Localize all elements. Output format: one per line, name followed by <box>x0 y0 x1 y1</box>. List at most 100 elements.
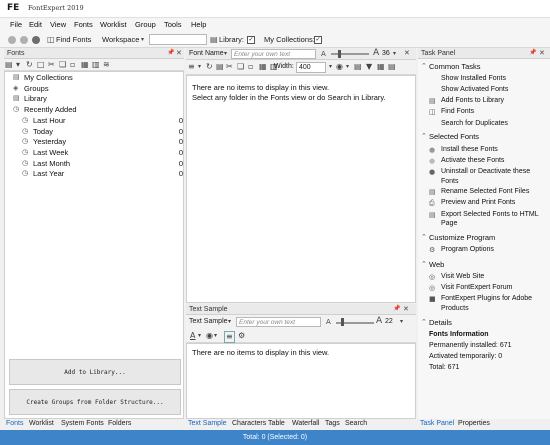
list-icon[interactable]: ▤ <box>216 62 224 72</box>
size-slider-handle[interactable] <box>338 50 341 58</box>
chevron-up-icon[interactable]: ⌃ <box>421 233 427 241</box>
settings-icon[interactable]: ⚙ <box>238 331 245 341</box>
paste-icon[interactable]: ▫ <box>248 62 253 72</box>
pin-icon[interactable]: 📌 <box>529 48 536 58</box>
add-folder-icon[interactable]: ▤ <box>5 60 13 70</box>
text-sample-input[interactable]: Enter your own text <box>236 317 321 327</box>
tree-item-last-hour[interactable]: ◷ Last Hour 0 <box>22 116 183 127</box>
menu-tools[interactable]: Tools <box>164 20 182 29</box>
section-selected-fonts[interactable]: Selected Fonts <box>429 132 479 141</box>
font-size-value[interactable]: 36 <box>382 50 390 57</box>
close-icon[interactable]: ✕ <box>176 48 182 58</box>
refresh-icon[interactable]: ↻ <box>206 62 213 72</box>
tree-item-groups[interactable]: ◈ Groups <box>13 84 183 95</box>
close-icon[interactable]: ✕ <box>403 304 409 314</box>
wrap-icon[interactable]: ≡ <box>224 331 235 343</box>
task-uninstall-fonts[interactable]: Uninstall or Deactivate these <box>441 168 530 175</box>
tab-fonts[interactable]: Fonts <box>6 420 24 427</box>
task-export-html[interactable]: Export Selected Fonts to HTML <box>441 211 539 218</box>
stop-button[interactable] <box>32 36 40 44</box>
properties-icon[interactable]: ▥ <box>92 60 100 70</box>
chevron-down-icon[interactable]: ▾ <box>393 49 396 59</box>
task-visit-website[interactable]: Visit Web Site <box>441 273 484 280</box>
width-input[interactable]: 400 <box>296 62 326 73</box>
tab-properties[interactable]: Properties <box>458 420 490 427</box>
task-visit-forum[interactable]: Visit FontExpert Forum <box>441 284 512 291</box>
task-preview-print[interactable]: Preview and Print Fonts <box>441 199 515 206</box>
tab-waterfall[interactable]: Waterfall <box>292 420 319 427</box>
add-to-library-button[interactable]: Add to Library... <box>9 359 181 385</box>
section-web[interactable]: Web <box>429 260 444 269</box>
tree-item-last-month[interactable]: ◷ Last Month 0 <box>22 159 183 170</box>
chevron-up-icon[interactable]: ⌃ <box>421 62 427 70</box>
chevron-down-icon[interactable]: ▾ <box>214 331 217 341</box>
chevron-down-icon[interactable]: ▾ <box>198 62 201 72</box>
grid-view-icon[interactable]: ▦ <box>377 62 385 72</box>
chevron-up-icon[interactable]: ⌃ <box>421 260 427 268</box>
collections-checkbox[interactable]: ✓ <box>314 36 322 44</box>
menu-help[interactable]: Help <box>191 20 206 29</box>
options-icon[interactable]: ≋ <box>103 60 110 70</box>
task-show-installed[interactable]: Show Installed Fonts <box>441 75 506 82</box>
sample-size-slider-handle[interactable] <box>341 318 344 326</box>
tree-item-last-week[interactable]: ◷ Last Week 0 <box>22 148 183 159</box>
tab-characters-table[interactable]: Characters Table <box>232 420 285 427</box>
new-folder-icon[interactable]: □ <box>37 60 45 70</box>
chevron-down-icon[interactable]: ▾ <box>400 317 403 327</box>
cut-icon[interactable]: ✂ <box>48 60 55 70</box>
chevron-down-icon[interactable]: ▾ <box>329 62 332 72</box>
menu-group[interactable]: Group <box>135 20 156 29</box>
workspace-dropdown[interactable]: Workspace <box>102 35 139 44</box>
pin-icon[interactable]: 📌 <box>393 304 400 314</box>
tree-item-recently-added[interactable]: ◷ Recently Added <box>13 105 183 116</box>
task-uninstall-fonts-cont[interactable]: Fonts <box>441 178 459 185</box>
tag-icon[interactable]: ◉ <box>336 62 343 72</box>
font-name-sample-input[interactable]: Enter your own text <box>231 49 316 59</box>
task-activate-fonts[interactable]: Activate these Fonts <box>441 157 504 164</box>
menu-file[interactable]: File <box>10 20 22 29</box>
workspace-input[interactable] <box>149 34 207 45</box>
task-adobe-plugins[interactable]: FontExpert Plugins for Adobe <box>441 295 532 302</box>
close-icon[interactable]: ✕ <box>404 48 410 58</box>
dropdown-icon[interactable]: ▾ <box>16 60 20 70</box>
copy-icon[interactable]: ❏ <box>237 62 244 72</box>
delete-icon[interactable]: ▦ <box>81 60 89 70</box>
task-add-fonts[interactable]: Add Fonts to Library <box>441 97 504 104</box>
task-program-options[interactable]: Program Options <box>441 246 494 253</box>
library-checkbox[interactable]: ✓ <box>247 36 255 44</box>
tree-item-yesterday[interactable]: ◷ Yesterday 0 <box>22 137 183 148</box>
chevron-up-icon[interactable]: ⌃ <box>421 318 427 326</box>
task-export-html-cont[interactable]: Page <box>441 220 457 227</box>
tree-item-last-year[interactable]: ◷ Last Year 0 <box>22 169 183 180</box>
filter-icon[interactable]: ▼ <box>366 62 372 72</box>
task-show-activated[interactable]: Show Activated Fonts <box>441 86 508 93</box>
chevron-down-icon[interactable]: ▾ <box>346 62 349 72</box>
menu-view[interactable]: View <box>50 20 66 29</box>
delete-icon[interactable]: ▦ <box>259 62 267 72</box>
menu-worklist[interactable]: Worklist <box>100 20 127 29</box>
list-view-icon[interactable]: ▤ <box>388 62 396 72</box>
tab-text-sample[interactable]: Text Sample <box>188 420 227 427</box>
task-adobe-plugins-cont[interactable]: Products <box>441 305 469 312</box>
tab-system-fonts[interactable]: System Fonts <box>61 420 104 427</box>
task-rename-files[interactable]: Rename Selected Font Files <box>441 188 529 195</box>
background-color-icon[interactable]: ◉ <box>206 331 213 341</box>
tree-item-today[interactable]: ◷ Today 0 <box>22 127 183 138</box>
copy-icon[interactable]: ❏ <box>59 60 66 70</box>
task-install-fonts[interactable]: Install these Fonts <box>441 146 498 153</box>
section-customize[interactable]: Customize Program <box>429 233 495 242</box>
tab-tags[interactable]: Tags <box>325 420 340 427</box>
chevron-down-icon[interactable]: ▾ <box>228 317 231 327</box>
create-groups-button[interactable]: Create Groups from Folder Structure... <box>9 389 181 415</box>
tab-task-panel[interactable]: Task Panel <box>420 420 454 427</box>
size-slider[interactable] <box>331 53 369 55</box>
forward-button[interactable] <box>20 36 28 44</box>
cut-icon[interactable]: ✂ <box>226 62 233 72</box>
task-search-duplicates[interactable]: Search for Duplicates <box>441 120 508 127</box>
format-icon[interactable]: ≡ <box>188 62 195 72</box>
section-common-tasks[interactable]: Common Tasks <box>429 62 481 71</box>
tab-worklist[interactable]: Worklist <box>29 420 54 427</box>
chevron-down-icon[interactable]: ▾ <box>198 331 201 341</box>
tree-item-library[interactable]: ▤ Library <box>13 94 183 105</box>
close-icon[interactable]: ✕ <box>539 48 545 58</box>
